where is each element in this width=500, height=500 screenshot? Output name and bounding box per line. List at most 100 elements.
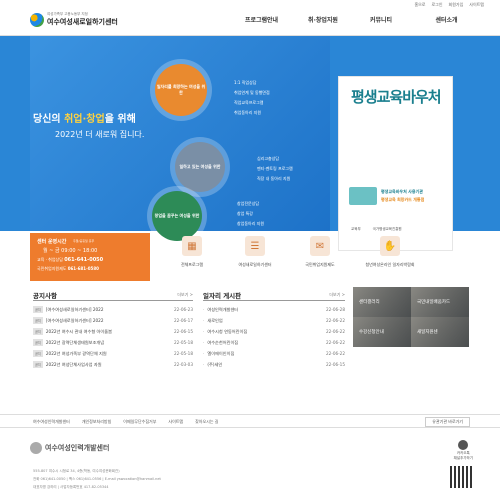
job-text: 여성인력개발센터 [207,306,239,312]
promo-title: 평생교육바우처 [351,88,442,106]
quick-job-fair[interactable]: ✋ 청년여성온라인 일자리박람회 [355,236,425,268]
notice-row[interactable]: 공지 2022년 여성가족부 광역단체 지원 22-05-18 [33,348,193,359]
jobs-more-link[interactable]: 더보기 > [329,292,345,298]
notice-more-link[interactable]: 더보기 > [177,292,193,298]
mail-icon: ✉ [310,236,330,256]
notice-row[interactable]: 공지 2022년 여성단체사업사업 자원 22-03-03 [33,359,193,370]
job-date: 22-06-22 [325,329,345,334]
job-row[interactable]: · 엘이에이인이집 22-06-22 [203,348,345,359]
tile-gallery[interactable]: 센터갤러리 [353,287,411,317]
list-item: 취업연계 및 동행면접 [234,90,270,95]
voucher-promo[interactable]: 평생교육바우처 평생교육바우처 사용기관 평생교육 희망카드 개통점 교육부 국… [338,76,453,251]
list-item: 취업동아리 지원 [234,110,262,115]
phone2-number: 061-681-0580 [67,266,99,271]
bullet-icon: · [203,340,205,345]
phone-label: 교육 · 취업상담 [37,257,63,262]
qr-code-icon [450,466,472,488]
job-row[interactable]: · 새로인업 22-06-22 [203,315,345,326]
jobs-section: 일자리 게시판 더보기 > · 여성인력개발센터 22-06-28 · 새로인업 22-… [203,290,345,370]
footer-links-bar: 여수여성인력개발센터 개인정보처리방침 이메일무단수집거부 사이트맵 찾아오시는… [0,414,500,428]
circle-startup: 창업을 꿈꾸는 여성을 위한 [152,191,202,241]
quick-label: 국민취업지원제도 [305,262,335,267]
job-date: 22-06-22 [325,340,345,345]
org-nile: 국가평생교육진흥원 [372,227,402,231]
job-text: 엘이에이인이집 [207,350,235,356]
footer-org-name: 여수여성인력개발센터 [45,444,110,452]
jobs-title: 일자리 게시판 [203,292,242,300]
promo-line2: 평생교육 희망카드 개통점 [381,197,425,202]
notice-text: [여수여성새로일하기센터] 2022 [45,317,104,323]
util-home-link[interactable]: 홈으로 [414,2,425,8]
site-logo[interactable]: 여성가족부 고용노동부 지정 여수여성새로일하기센터 [30,12,118,27]
nav-community[interactable]: 커뮤니티 [353,15,409,24]
job-row[interactable]: · (주)세인 22-06-15 [203,359,345,370]
quick-saeil-center[interactable]: ☰ 여성새로일하기센터 [220,236,290,268]
job-date: 22-06-22 [325,318,345,323]
family-site-select[interactable]: 유관기관 바로가기 [425,417,470,427]
bullet-icon: · [203,351,205,356]
footer-link[interactable]: 찾아오시는 길 [195,419,218,425]
nav-about[interactable]: 센터소개 [409,15,484,24]
footer-link[interactable]: 여수여성인력개발센터 [33,419,70,425]
quick-all-programs[interactable]: ▦ 전체프로그램 [157,236,227,268]
header: 여성가족부 고용노동부 지정 여수여성새로일하기센터 프로그램안내 취·창업지원… [0,10,500,36]
notice-row[interactable]: 공지 2022년 광역단체생태원보조개념 22-05-18 [33,337,193,348]
notice-date: 22-06-15 [173,329,193,334]
util-login-link[interactable]: 로그인 [431,2,442,8]
job-row[interactable]: · 여수순천어린이집 22-06-22 [203,337,345,348]
notice-title: 공지사항 [33,292,57,300]
nav-employment[interactable]: 취·창업지원 [293,15,353,24]
list-icon: ☰ [245,236,265,256]
tile-enrollment[interactable]: 수강신청안내 [353,317,411,347]
tile-learning-card[interactable]: 국민내일배움카드 [411,287,469,317]
hero-banner: 당신의 취업·창업을 위해 2022년 더 새로워 집니다. 일자리를 희망하는… [0,36,500,251]
logo-icon [30,12,44,27]
contact-line: 전화 061)641-0050 | 팩스 061)641-0556 | E-ma… [33,477,161,481]
quick-national-employment[interactable]: ✉ 국민취업지원제도 [285,236,355,268]
nav-programs[interactable]: 프로그램안내 [230,15,293,24]
list-item: 직업교육프로그램 [234,100,264,105]
circle-jobseekers: 일자리를 희망하는 여성을 위한 [155,64,207,116]
bullet-icon: · [203,329,205,334]
notice-tag: 공지 [33,306,43,313]
notice-row[interactable]: 공지 2022년 여수시 관내 여수형 아이돌봄 22-06-15 [33,326,193,337]
list-item: 창업동아리 지원 [237,221,265,226]
kakao-icon [458,440,469,450]
job-text: 새로인업 [207,317,223,323]
list-item: 1:1 직업상담 [234,80,257,85]
list-startup: 창업전문상담 창업 특강 창업동아리 지원 [237,199,264,229]
util-signup-link[interactable]: 회원가입 [449,2,464,8]
kakao-channel[interactable]: 카카오톡 채널추가하기 [454,440,473,461]
job-row[interactable]: · 여수시청 연동어린이집 22-06-22 [203,326,345,337]
job-text: (주)세인 [207,361,223,367]
job-text: 여수순천어린이집 [207,339,239,345]
notice-text: [여수여성새로일하기센터] 2022 [45,306,104,312]
divider [203,300,345,301]
logo-name: 여수여성새로일하기센터 [47,18,118,26]
util-sitemap-link[interactable]: 사이트맵 [469,2,484,8]
bullet-icon: · [203,307,205,312]
footer-link[interactable]: 개인정보처리방침 [82,419,111,425]
notice-date: 22-05-18 [173,340,193,345]
notice-date: 22-03-03 [173,362,193,367]
bullet-icon: · [203,318,205,323]
notice-tag: 공지 [33,361,43,368]
notice-text: 2022년 여성단체사업사업 자원 [45,361,102,367]
grid-icon: ▦ [182,236,202,256]
list-item: 심리고충상담 [257,156,280,161]
notice-row[interactable]: 공지 [여수여성새로일하기센터] 2022 22-06-17 [33,315,193,326]
tile-saeil[interactable]: 새일지원센 [411,317,469,347]
footer-link[interactable]: 이메일무단수집거부 [123,419,156,425]
notice-row[interactable]: 공지 [여수여성새로일하기센터] 2022 22-06-23 [33,304,193,315]
divider [33,300,193,301]
footer-logo-icon [30,442,42,454]
footer-link[interactable]: 사이트맵 [168,419,183,425]
footer: 여수여성인력개발센터 555-807 여수시 시청로 34, 4층(학동, 여수… [0,428,500,500]
tile-grid: 센터갤러리 국민내일배움카드 수강신청안내 새일지원센 [353,287,469,375]
notice-tag: 공지 [33,350,43,357]
list-item: 창업전문상담 [237,201,260,206]
job-row[interactable]: · 여성인력개발센터 22-06-28 [203,304,345,315]
hours-text: 월 ~ 금 09:00 ~ 18:00 [43,248,98,254]
job-date: 22-06-22 [325,351,345,356]
list-jobseekers: 1:1 직업상담 취업연계 및 동행면접 직업교육프로그램 취업동아리 지원 [234,78,270,118]
